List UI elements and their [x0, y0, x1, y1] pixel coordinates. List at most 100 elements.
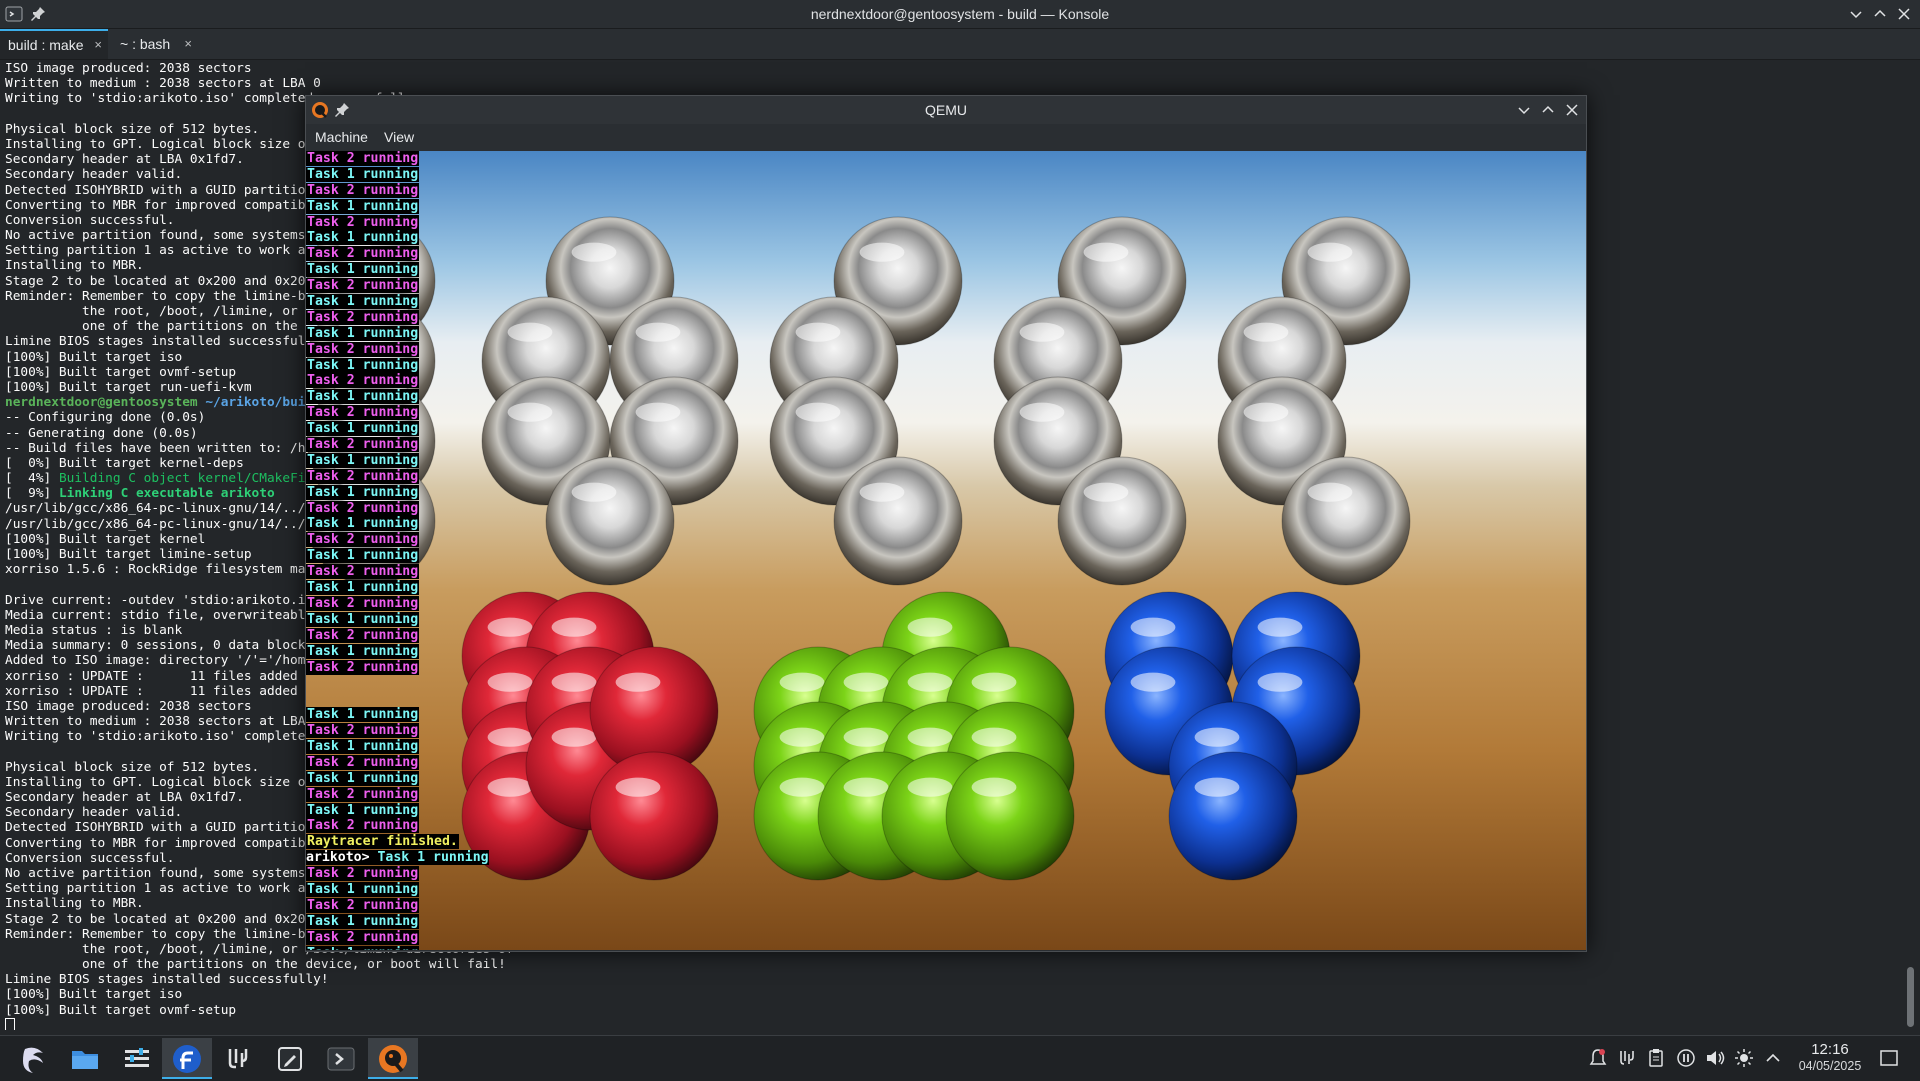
- console-line: Task 1 running: [306, 548, 489, 564]
- terminal-line: Written to medium : 2038 sectors at LBA …: [5, 76, 321, 92]
- task-status: Task 2 running: [306, 532, 420, 548]
- task-status: Task 2 running: [306, 246, 420, 262]
- konsole-icon[interactable]: [316, 1038, 366, 1079]
- tab-label: ~ : bash: [120, 36, 171, 52]
- close-button[interactable]: [1894, 4, 1914, 24]
- console-line: Task 1 running: [306, 230, 489, 246]
- task-status: Task 1 running: [306, 262, 420, 278]
- sphere-highlight: [779, 727, 825, 747]
- fedora-media-writer-icon[interactable]: [162, 1038, 212, 1079]
- window-title: nerdnextdoor@gentoosystem - build — Kons…: [810, 6, 1110, 22]
- clock-time[interactable]: 12:16: [1785, 1041, 1875, 1058]
- sphere-highlight: [843, 672, 889, 692]
- task-status: Task 2 running: [306, 818, 420, 834]
- task-status: Task 2 running: [306, 373, 420, 389]
- chrome-sphere: [545, 456, 675, 586]
- kde-connect-tray-icon[interactable]: [1616, 1047, 1638, 1069]
- tab-bash[interactable]: ~ : bash ×: [112, 29, 198, 59]
- console-line: Raytracer finished.: [306, 834, 489, 850]
- console-line: Task 2 running: [306, 659, 489, 676]
- qemu-display[interactable]: Task 2 running Task 1 running Task 2 runni…: [306, 151, 1586, 950]
- task-status: Task 1 running: [306, 325, 420, 341]
- scrollbar-thumb[interactable]: [1907, 967, 1914, 1027]
- sphere-highlight: [1130, 672, 1176, 692]
- task-status: Task 2 running: [306, 929, 420, 945]
- task-status: Task 2 running: [306, 723, 420, 739]
- menu-view[interactable]: View: [384, 124, 414, 150]
- console-line: Task 2 running: [306, 214, 489, 231]
- task-status: Task 2 running: [306, 182, 420, 198]
- sphere-highlight: [971, 727, 1017, 747]
- console-line: Task 1 running: [306, 770, 489, 787]
- console-line: Task 1 running: [306, 802, 489, 819]
- sphere-highlight: [551, 672, 597, 692]
- qemu-titlebar[interactable]: QEMU: [306, 96, 1586, 124]
- sphere-highlight: [507, 402, 553, 422]
- guest-console: Task 2 running Task 1 running Task 2 runni…: [306, 151, 489, 950]
- terminal-cursor-line[interactable]: [5, 1017, 1900, 1030]
- console-line: Task 1 running: [306, 580, 489, 596]
- minimize-button[interactable]: [1846, 4, 1866, 24]
- sphere-highlight: [1130, 617, 1176, 637]
- console-line: Task 2 running: [306, 500, 489, 517]
- volume-icon[interactable]: [1704, 1047, 1726, 1069]
- maximize-button[interactable]: [1870, 4, 1890, 24]
- terminal-line: ISO image produced: 2038 sectors: [5, 61, 252, 76]
- system-settings-icon[interactable]: [112, 1038, 162, 1079]
- task-status: Task 1 running: [306, 294, 420, 310]
- media-pause-icon[interactable]: [1675, 1047, 1697, 1069]
- task-status: Task 2 running: [306, 754, 420, 770]
- konsole-titlebar[interactable]: nerdnextdoor@gentoosystem - build — Kons…: [0, 0, 1920, 29]
- task-status: Task 1 running: [369, 850, 489, 866]
- menu-machine[interactable]: Machine: [315, 124, 368, 150]
- tab-close-icon[interactable]: ×: [184, 29, 192, 59]
- tab-bar: build : make × ~ : bash ×: [0, 29, 1920, 60]
- close-button[interactable]: [1562, 100, 1582, 120]
- console-line: Task 2 running: [306, 246, 489, 262]
- tab-close-icon[interactable]: ×: [94, 31, 102, 59]
- task-status: Task 2 running: [306, 278, 420, 294]
- sphere-highlight: [507, 322, 553, 342]
- task-status: Task 1 running: [306, 452, 420, 468]
- console-line: Task 2 running: [306, 405, 489, 421]
- task-status: Task 1 running: [306, 643, 420, 659]
- show-desktop-icon[interactable]: [1878, 1047, 1900, 1069]
- task-status: Task 1 running: [306, 770, 420, 786]
- console-line: Task 2 running: [306, 818, 489, 834]
- task-status: Task 1 running: [306, 611, 420, 627]
- task-status: Task 1 running: [306, 707, 420, 723]
- sphere-highlight: [907, 617, 953, 637]
- kde-connect-icon[interactable]: [213, 1038, 263, 1079]
- console-line: Task 2 running: [306, 341, 489, 358]
- text-editor-icon[interactable]: [265, 1038, 315, 1079]
- clipboard-icon[interactable]: [1645, 1047, 1667, 1069]
- brightness-icon[interactable]: [1733, 1047, 1755, 1069]
- build-progress: [ 9%]: [5, 486, 59, 502]
- taskbar: 12:16 04/05/2025: [0, 1035, 1920, 1081]
- show-hidden-icons-icon[interactable]: [1762, 1047, 1784, 1069]
- task-status: Task 2 running: [306, 214, 420, 230]
- console-line: Task 2 running: [306, 723, 489, 739]
- tab-build-make[interactable]: build : make ×: [0, 29, 108, 59]
- maximize-button[interactable]: [1538, 100, 1558, 120]
- console-line: Task 1 running: [306, 262, 489, 278]
- notifications-icon[interactable]: [1587, 1047, 1609, 1069]
- minimize-button[interactable]: [1514, 100, 1534, 120]
- sphere-highlight: [795, 322, 841, 342]
- task-status: Task 1 running: [306, 166, 420, 182]
- console-line: Task 1 running: [306, 389, 489, 405]
- chrome-sphere: [833, 456, 963, 586]
- sphere-highlight: [1194, 777, 1240, 797]
- app-launcher-icon[interactable]: [8, 1038, 58, 1079]
- raytraced-scene: [306, 151, 1586, 950]
- task-status: Task 1 running: [306, 484, 420, 500]
- terminal-line: one of the partitions on the device, or …: [5, 957, 506, 973]
- console-line: Task 2 running: [306, 309, 489, 326]
- sphere-highlight: [795, 402, 841, 422]
- qemu-icon[interactable]: [368, 1038, 418, 1079]
- terminal-scrollbar[interactable]: [1905, 60, 1915, 1035]
- clock-date[interactable]: 04/05/2025: [1785, 1059, 1875, 1073]
- qemu-window[interactable]: QEMU Machine View Task 2 running Task 1 …: [305, 95, 1587, 952]
- console-line: Task 2 running: [306, 151, 489, 167]
- file-manager-icon[interactable]: [60, 1038, 110, 1079]
